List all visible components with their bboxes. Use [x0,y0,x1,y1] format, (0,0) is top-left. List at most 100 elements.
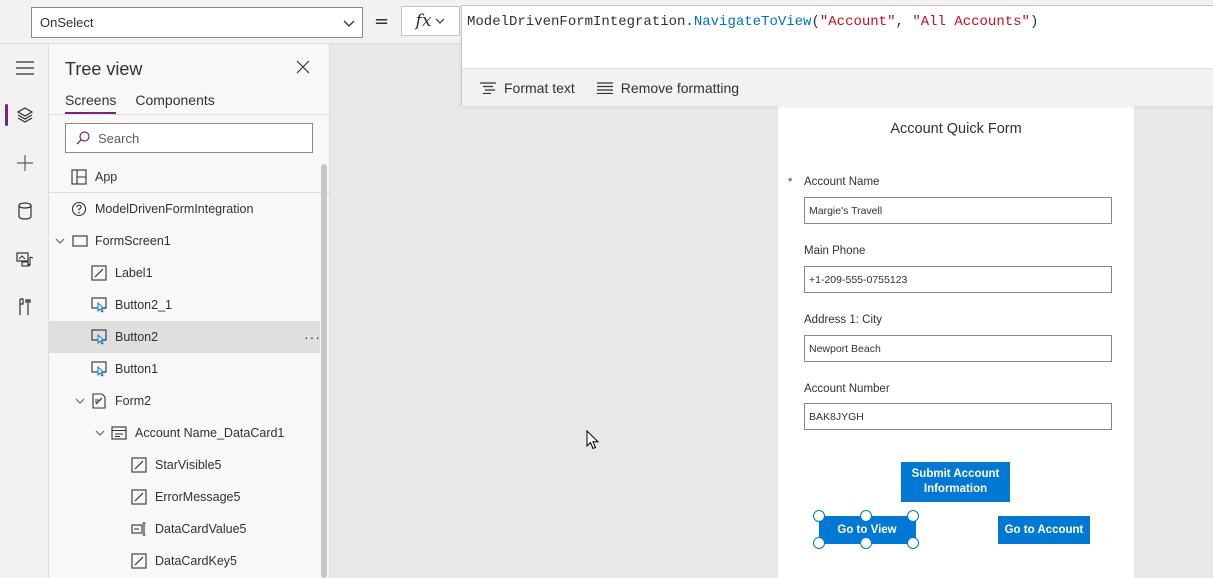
plus-icon [16,155,33,171]
formula-arg-1: "Account" [819,14,896,30]
app-icon [71,169,87,185]
submit-account-button[interactable]: Submit Account Information [901,462,1010,502]
fx-button[interactable]: fx [401,6,460,36]
field-input-main-phone[interactable]: +1-209-555-0755123 [804,266,1112,293]
tree-node-label: Button2 [115,330,159,344]
resize-handle[interactable] [860,510,872,522]
tree-node-button2-1[interactable]: Button2_1 [49,289,320,321]
edit-label-icon [131,553,147,569]
tree-node-label: DataCardKey5 [155,554,237,568]
left-rail [0,44,49,578]
remove-formatting-icon [596,81,613,94]
formula-text[interactable]: ModelDrivenFormIntegration.NavigateToVie… [467,14,1038,30]
resize-handle[interactable] [907,510,919,522]
layers-icon [16,107,33,123]
fx-icon: fx [415,11,432,31]
remove-formatting-button[interactable]: Remove formatting [596,79,740,96]
resize-handle[interactable] [907,537,919,549]
field-label-account-number: Account Number [804,383,890,395]
tree-node-label: Form2 [115,394,152,408]
datacard-icon [111,426,127,440]
tree-node-label: Button2_1 [115,298,172,312]
tools-icon [18,298,31,315]
edit-label-icon [91,265,107,281]
resize-handle[interactable] [813,510,825,522]
hamburger-menu-button[interactable] [0,48,49,88]
app-screen[interactable]: Account Quick Form * Account Name Margie… [778,105,1134,578]
required-asterisk: * [788,176,793,188]
equals-sign: = [374,11,390,32]
tree-node-datacardvalue5[interactable]: DataCardValue5 [49,513,320,545]
edit-label-icon [131,489,147,505]
mouse-cursor-icon [586,430,600,450]
chevron-down-icon[interactable] [95,428,105,438]
format-text-button[interactable]: Format text [480,80,575,96]
field-input-account-number[interactable]: BAK8JYGH [804,403,1112,430]
formula-object: ModelDrivenFormIntegration. [467,14,694,30]
tree-node-account-name-datacard1[interactable]: Account Name_DataCard1 [49,417,320,449]
resize-handle[interactable] [860,537,872,549]
tab-screens[interactable]: Screens [65,92,117,114]
field-input-account-name[interactable]: Margie's Travell [804,197,1112,224]
button-icon [91,329,107,345]
chevron-down-icon[interactable] [55,236,65,246]
tree-node-label: ModelDrivenFormIntegration [95,202,254,216]
search-input[interactable]: Search [65,123,313,153]
tree-node-form2[interactable]: Form2 [49,385,320,417]
chevron-down-icon [343,20,355,27]
remove-formatting-label: Remove formatting [620,79,740,96]
field-value: Newport Beach [809,342,881,355]
database-icon [17,202,32,220]
form-title: Account Quick Form [890,121,1022,137]
resize-handle[interactable] [813,537,825,549]
formula-editor[interactable]: ModelDrivenFormIntegration.NavigateToVie… [461,5,1213,106]
field-input-city[interactable]: Newport Beach [804,335,1112,362]
tree-node-app[interactable]: App [49,161,320,193]
tools-rail-button[interactable] [0,287,49,327]
button-icon [91,361,107,377]
media-rail-button[interactable] [0,239,49,279]
tree-node-label: DataCardValue5 [155,522,247,536]
tree-node-label1[interactable]: Label1 [49,257,320,289]
chevron-down-icon[interactable] [75,396,85,406]
insert-rail-button[interactable] [0,143,49,183]
tree-view-tabs: Screens Components [65,92,215,114]
tree-node-datacardkey5[interactable]: DataCardKey5 [49,545,320,577]
screen-icon [72,235,88,247]
formula-function: NavigateToView [693,14,812,30]
edit-label-icon [131,457,147,473]
formula-separator: , [895,14,913,30]
field-label-main-phone: Main Phone [804,245,866,257]
button-icon [91,297,107,313]
tree-node-label: Account Name_DataCard1 [135,426,285,440]
formula-toolbar: Format text Remove formatting [462,68,1213,106]
tree-view-rail-button[interactable] [0,95,49,135]
tree-node-formscreen1[interactable]: FormScreen1 [49,225,320,257]
tree-node-errormessage5[interactable]: ErrorMessage5 [49,481,320,513]
tree-node-button2[interactable]: Button2 ··· [49,321,320,353]
format-text-label: Format text [504,79,575,96]
close-icon[interactable] [296,60,310,74]
hamburger-icon [15,61,34,75]
tree-node-label: Button1 [115,362,159,376]
tree-node-starvisible5[interactable]: StarVisible5 [49,449,320,481]
field-value: BAK8JYGH [809,410,864,423]
tree-node-button1[interactable]: Button1 [49,353,320,385]
tree-node-label: FormScreen1 [95,234,171,248]
tree-scrollbar[interactable] [321,164,327,578]
property-dropdown[interactable]: OnSelect [31,7,363,38]
formula-arg-2: "All Accounts" [912,14,1030,30]
form-icon [92,393,106,409]
tab-components[interactable]: Components [135,92,214,114]
more-options-icon[interactable]: ··· [304,329,321,345]
formula-open-paren: ( [811,14,820,30]
data-rail-button[interactable] [0,191,49,231]
tree-node-modeldrivenformintegration[interactable]: ModelDrivenFormIntegration [49,193,320,225]
tree-node-label: Label1 [115,266,153,280]
property-dropdown-value: OnSelect [40,15,94,30]
search-icon [76,131,90,145]
format-text-icon [480,81,496,94]
formula-close-paren: ) [1029,14,1039,30]
search-placeholder: Search [98,130,140,146]
go-to-account-button[interactable]: Go to Account [998,516,1090,544]
